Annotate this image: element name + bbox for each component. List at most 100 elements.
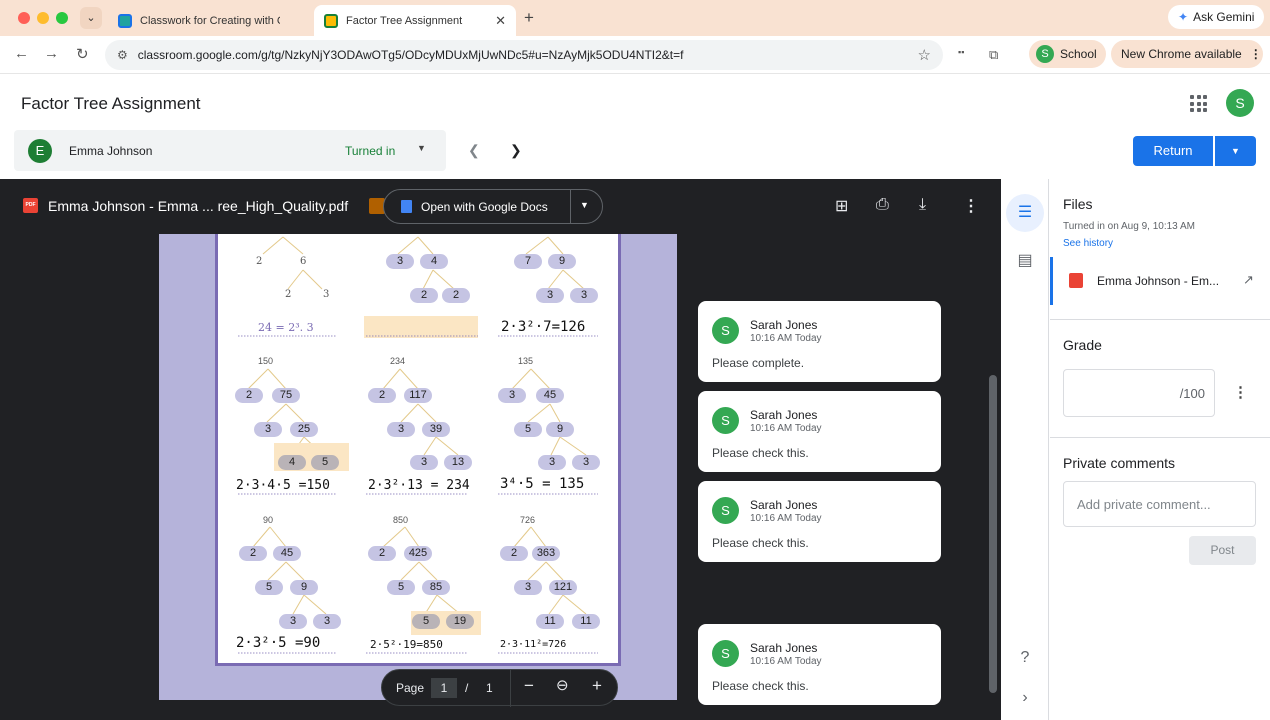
tree-node: 3	[323, 289, 330, 300]
help-icon[interactable]: ?	[1006, 639, 1044, 677]
tree-node: 6	[300, 256, 307, 267]
grade-input[interactable]: /100	[1063, 369, 1215, 417]
page-navigator: Page 1 / 1 − ⊖ +	[381, 669, 618, 707]
tree-node: 2	[235, 388, 263, 403]
grade-more-options-icon[interactable]: ⋮	[1233, 383, 1248, 401]
tree-node: 2	[368, 388, 396, 403]
tree-node: 85	[422, 580, 450, 595]
tree-node: 3	[254, 422, 282, 437]
profile-avatar: S	[1036, 45, 1054, 63]
tree-root: 90	[263, 515, 274, 525]
tree-node: 3	[498, 388, 526, 403]
pdf-file-icon: PDF	[23, 198, 38, 213]
side-rail: ☰ ▤ ? ›	[1001, 179, 1049, 720]
student-avatar: E	[28, 139, 52, 163]
post-button[interactable]: Post	[1189, 536, 1256, 565]
tab-classwork[interactable]: Classwork for Creating with C	[108, 5, 311, 36]
next-student-icon[interactable]: ❯	[510, 142, 522, 159]
tab-search-button[interactable]: ⌄	[80, 7, 102, 29]
ask-gemini-button[interactable]: ✦ Ask Gemini	[1168, 5, 1264, 29]
maximize-window-button[interactable]	[56, 12, 68, 24]
comment-card[interactable]: S Sarah Jones 10:16 AM Today Please comp…	[698, 301, 941, 382]
submission-panel: Files Turned in on Aug 9, 10:13 AM See h…	[1050, 179, 1270, 720]
bookmark-star-icon[interactable]: ☆	[918, 46, 931, 64]
comment-author: Sarah Jones	[750, 641, 818, 655]
comment-text: Please complete.	[712, 356, 805, 370]
tree-node: 2	[368, 546, 396, 561]
commenter-avatar: S	[712, 407, 739, 434]
reload-icon[interactable]: ↻	[76, 45, 89, 63]
close-tab-icon[interactable]: ✕	[495, 13, 506, 29]
add-comment-icon[interactable]: ⊞	[835, 196, 848, 216]
page-separator: /	[465, 681, 469, 695]
files-panel-icon[interactable]: ☰	[1006, 194, 1044, 232]
submission-status: Turned in	[345, 144, 396, 158]
chrome-update-label: New Chrome available	[1121, 47, 1242, 61]
expand-panel-icon[interactable]: ›	[1006, 679, 1044, 717]
comment-time: 10:16 AM Today	[750, 423, 822, 434]
download-icon[interactable]: ⤓	[919, 196, 926, 214]
answer-text: 2·3²·7=126	[501, 319, 586, 335]
tree-node: 3	[536, 288, 564, 303]
new-tab-icon[interactable]: +	[524, 8, 534, 28]
open-external-icon[interactable]: ↗	[1243, 272, 1254, 288]
comment-card[interactable]: S Sarah Jones 10:16 AM Today Please chec…	[698, 481, 941, 562]
grade-heading: Grade	[1063, 337, 1102, 353]
close-window-button[interactable]	[18, 12, 30, 24]
google-apps-icon[interactable]	[1190, 95, 1207, 112]
return-button[interactable]: Return	[1133, 136, 1213, 166]
tree-node: 2	[239, 546, 267, 561]
extensions-puzzle-icon[interactable]: ⧉	[989, 47, 998, 63]
forward-icon[interactable]: →	[44, 45, 59, 62]
tree-node: 363	[532, 546, 560, 561]
previous-student-icon[interactable]: ❮	[468, 142, 480, 159]
see-history-link[interactable]: See history	[1063, 238, 1113, 249]
commenter-avatar: S	[712, 640, 739, 667]
page-number-input[interactable]: 1	[431, 678, 457, 698]
chevron-down-icon[interactable]: ▼	[417, 143, 426, 153]
open-with-chevron-icon[interactable]: ▼	[580, 200, 589, 210]
more-options-icon[interactable]: ⋮	[963, 196, 979, 216]
answer-text: 2·3·4·5 =150	[236, 478, 330, 493]
tree-node: 117	[404, 388, 432, 403]
zoom-out-icon[interactable]: −	[524, 676, 534, 696]
attachment-item[interactable]: Emma Johnson - Em... ↗	[1050, 257, 1270, 305]
answer-text: 2·3²·13 = 234	[368, 478, 470, 493]
viewer-scrollbar[interactable]	[989, 375, 997, 693]
profile-button[interactable]: S School	[1029, 40, 1106, 68]
tree-node: 2	[285, 289, 292, 300]
return-options-chevron-icon[interactable]: ▼	[1215, 136, 1256, 166]
divider	[1050, 437, 1270, 438]
tree-node: 121	[549, 580, 577, 595]
answer-text: 2·5²·19=850	[370, 638, 443, 651]
print-icon[interactable]: ⎙	[876, 196, 889, 214]
comments-panel-icon[interactable]: ▤	[1006, 242, 1044, 280]
worksheet: 2 6 2 3 24 = 2³. 3 3 4 2 2 7 9 3 3 2·3²·…	[215, 234, 621, 666]
private-comment-input[interactable]: Add private comment...	[1063, 481, 1256, 527]
minimize-window-button[interactable]	[37, 12, 49, 24]
open-with-google-docs-button[interactable]: Open with Google Docs ▼	[383, 189, 603, 224]
tree-node: 3	[410, 455, 438, 470]
comment-text: Please check this.	[712, 446, 809, 460]
file-title: Emma Johnson - Emma ... ree_High_Quality…	[48, 198, 349, 214]
tree-node: 5	[412, 614, 440, 629]
back-icon[interactable]: ←	[14, 45, 29, 62]
comment-card[interactable]: S Sarah Jones 10:16 AM Today Please chec…	[698, 624, 941, 705]
comment-author: Sarah Jones	[750, 408, 818, 422]
site-info-icon[interactable]: ⚙	[117, 48, 128, 62]
tab-factor-tree[interactable]: Factor Tree Assignment ✕	[314, 5, 516, 36]
zoom-in-icon[interactable]: +	[592, 676, 602, 696]
student-selector[interactable]: E Emma Johnson Turned in ▼	[14, 130, 446, 171]
zoom-reset-icon[interactable]: ⊖	[556, 676, 569, 694]
tree-node: 19	[446, 614, 474, 629]
tree-root: 150	[258, 356, 274, 366]
comment-card[interactable]: S Sarah Jones 10:16 AM Today Please chec…	[698, 391, 941, 472]
address-bar[interactable]: ⚙ classroom.google.com/g/tg/NzkyNjY3ODAw…	[105, 40, 943, 70]
tree-node: 3	[514, 580, 542, 595]
chrome-update-button[interactable]: New Chrome available ⋮	[1111, 40, 1263, 68]
extension-icon[interactable]: ▪▪	[958, 47, 964, 57]
divider	[570, 190, 571, 223]
divider	[510, 670, 511, 707]
account-avatar[interactable]: S	[1226, 89, 1254, 117]
tree-root: 850	[393, 515, 409, 525]
